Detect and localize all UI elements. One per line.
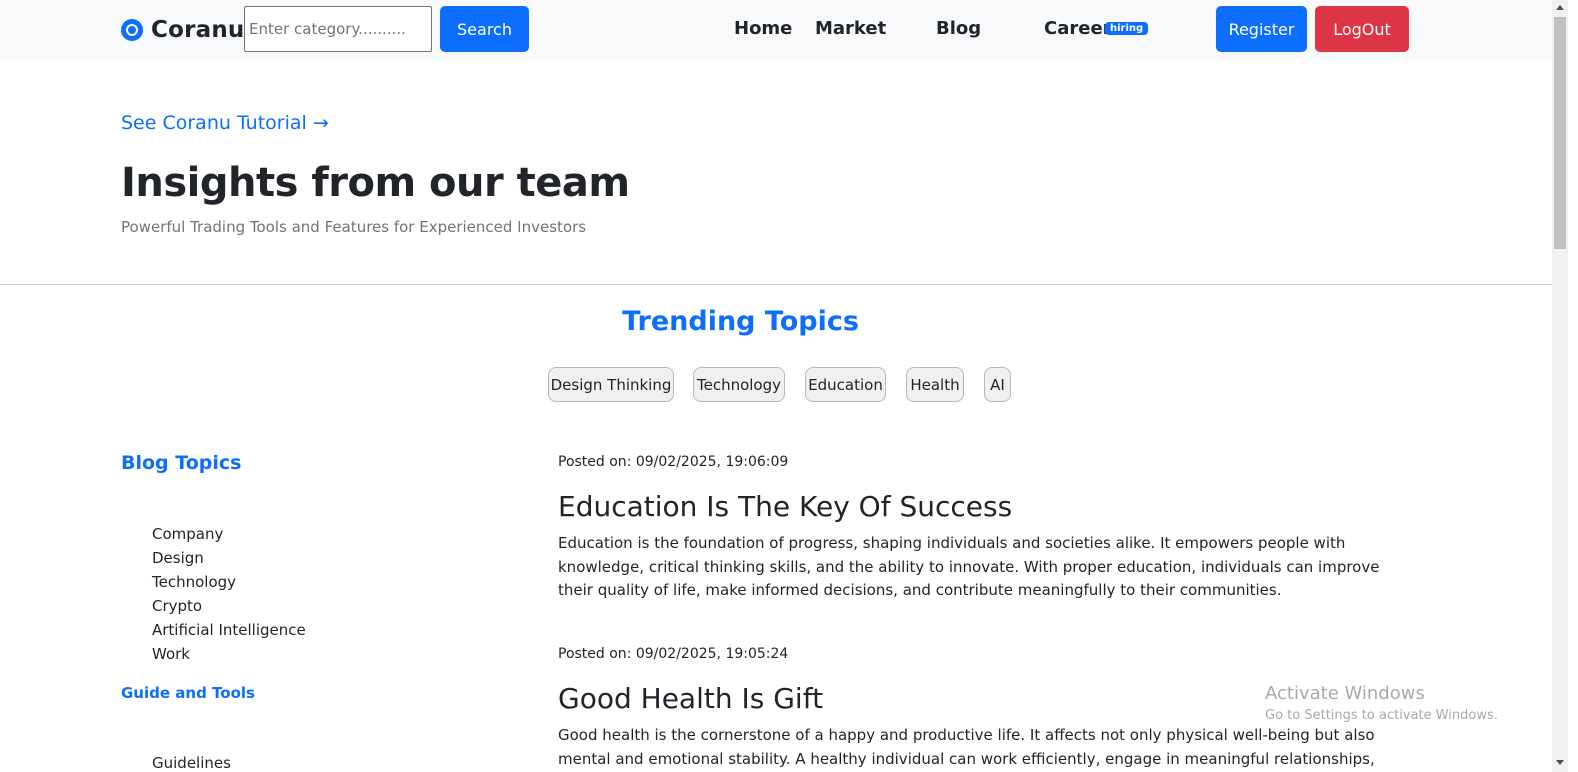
topic-pill-health[interactable]: Health: [906, 367, 964, 402]
hiring-badge: hiring: [1105, 22, 1149, 35]
activate-windows-title: Activate Windows: [1265, 683, 1425, 704]
topic-pill-education[interactable]: Education: [805, 367, 886, 402]
sidebar-item-company[interactable]: Company: [152, 525, 223, 543]
nav-blog[interactable]: Blog: [936, 18, 981, 39]
brand-logo-icon: [121, 19, 143, 41]
trending-title: Trending Topics: [622, 306, 859, 337]
register-button[interactable]: Register: [1216, 6, 1307, 52]
vertical-scrollbar[interactable]: [1552, 0, 1568, 772]
tutorial-link[interactable]: See Coranu Tutorial →: [121, 112, 329, 134]
navbar: Coranu Search Home Market Blog Career hi…: [0, 0, 1552, 60]
sidebar-item-work[interactable]: Work: [152, 645, 190, 663]
logout-button[interactable]: LogOut: [1315, 6, 1409, 52]
post-body: Education is the foundation of progress,…: [558, 534, 1380, 599]
topic-pill-technology[interactable]: Technology: [693, 367, 785, 402]
sidebar-item-technology[interactable]: Technology: [152, 573, 236, 591]
section-divider: [0, 284, 1552, 285]
topic-pill-design-thinking[interactable]: Design Thinking: [548, 367, 674, 402]
scroll-up-arrow-icon[interactable]: [1556, 5, 1564, 10]
scroll-thumb[interactable]: [1554, 17, 1566, 249]
post-title[interactable]: Education Is The Key Of Success: [558, 490, 1012, 523]
sidebar-item-crypto[interactable]: Crypto: [152, 597, 202, 615]
sidebar-item-artificial-intelligence[interactable]: Artificial Intelligence: [152, 621, 306, 639]
sidebar-item-guidelines[interactable]: Guidelines: [152, 754, 231, 772]
topic-pill-ai[interactable]: AI: [984, 367, 1011, 402]
page-subtitle: Powerful Trading Tools and Features for …: [121, 218, 587, 236]
guide-tools-title[interactable]: Guide and Tools: [121, 684, 255, 702]
search-input[interactable]: [244, 6, 432, 52]
search-button[interactable]: Search: [440, 6, 529, 52]
post-date: Posted on: 09/02/2025, 19:06:09: [558, 454, 789, 470]
activate-windows-subtitle: Go to Settings to activate Windows.: [1265, 708, 1498, 723]
nav-market[interactable]: Market: [815, 18, 886, 39]
brand[interactable]: Coranu: [121, 17, 245, 43]
nav-home[interactable]: Home: [734, 18, 792, 39]
sidebar-title: Blog Topics: [121, 452, 242, 474]
post-body: Good health is the cornerstone of a happ…: [558, 726, 1375, 768]
page-title: Insights from our team: [121, 160, 630, 206]
brand-name: Coranu: [151, 17, 245, 43]
scroll-down-arrow-icon[interactable]: [1556, 760, 1564, 765]
post-date: Posted on: 09/02/2025, 19:05:24: [558, 646, 789, 662]
post-title[interactable]: Good Health Is Gift: [558, 682, 823, 715]
nav-career[interactable]: Career: [1044, 18, 1112, 39]
sidebar-item-design[interactable]: Design: [152, 549, 204, 567]
